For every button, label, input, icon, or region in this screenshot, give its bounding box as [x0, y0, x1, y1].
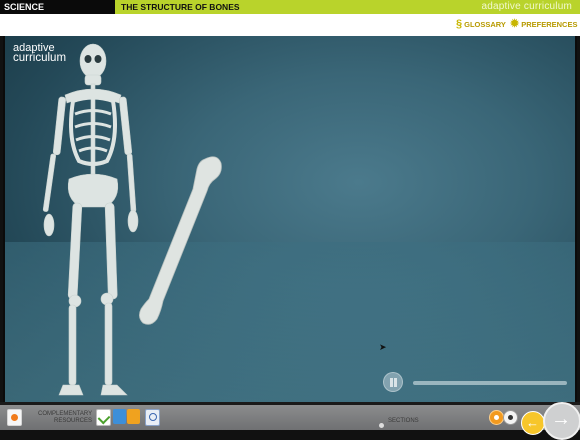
brand-wordmark: adaptive curriculum [481, 1, 572, 12]
pause-button[interactable] [383, 372, 403, 392]
checklist-icon[interactable] [96, 409, 111, 426]
course-title: THE STRUCTURE OF BONES adaptive curricul… [115, 0, 580, 14]
mouse-cursor-icon: ➤ [379, 342, 387, 352]
bottom-bar: COMPLEMENTARY RESOURCES SECTIONS ← → [0, 402, 580, 440]
complementary-label-line-2: RESOURCES [53, 418, 92, 424]
top-header-bar: SCIENCE THE STRUCTURE OF BONES adaptive … [0, 0, 580, 14]
next-button[interactable]: → [543, 402, 580, 440]
section-2-button[interactable] [503, 410, 518, 425]
glossary-label: GLOSSARY [464, 19, 506, 29]
folder-icon[interactable] [127, 409, 140, 424]
section-1-button[interactable] [489, 410, 504, 425]
arrow-right-icon: → [551, 408, 571, 430]
complementary-resources-label: COMPLEMENTARY RESOURCES [38, 411, 92, 425]
animation-stage: adaptive curriculum ➤ [3, 36, 577, 402]
preferences-button[interactable]: ✹ PREFERENCES [510, 18, 578, 30]
preferences-label: PREFERENCES [521, 19, 578, 29]
progress-track[interactable] [413, 381, 567, 385]
glossary-icon: § [456, 18, 463, 30]
subject-label: SCIENCE [0, 0, 115, 14]
bottom-divider [0, 402, 580, 405]
back-button[interactable]: ← [521, 411, 545, 435]
femur-bone [139, 156, 222, 325]
playback-controls [383, 372, 573, 394]
document-icon[interactable] [113, 409, 126, 424]
toolbar: § GLOSSARY ✹ PREFERENCES [0, 14, 580, 36]
arrow-left-icon: ← [526, 415, 539, 430]
course-title-text: THE STRUCTURE OF BONES [121, 2, 240, 12]
section-position-marker [379, 423, 384, 428]
notes-icon[interactable] [7, 409, 22, 426]
complementary-label-line-1: COMPLEMENTARY [38, 411, 93, 417]
worksheet-icon[interactable] [145, 409, 160, 426]
gear-icon: ✹ [510, 18, 520, 30]
glossary-button[interactable]: § GLOSSARY [456, 18, 506, 30]
sections-label: SECTIONS [388, 418, 419, 424]
